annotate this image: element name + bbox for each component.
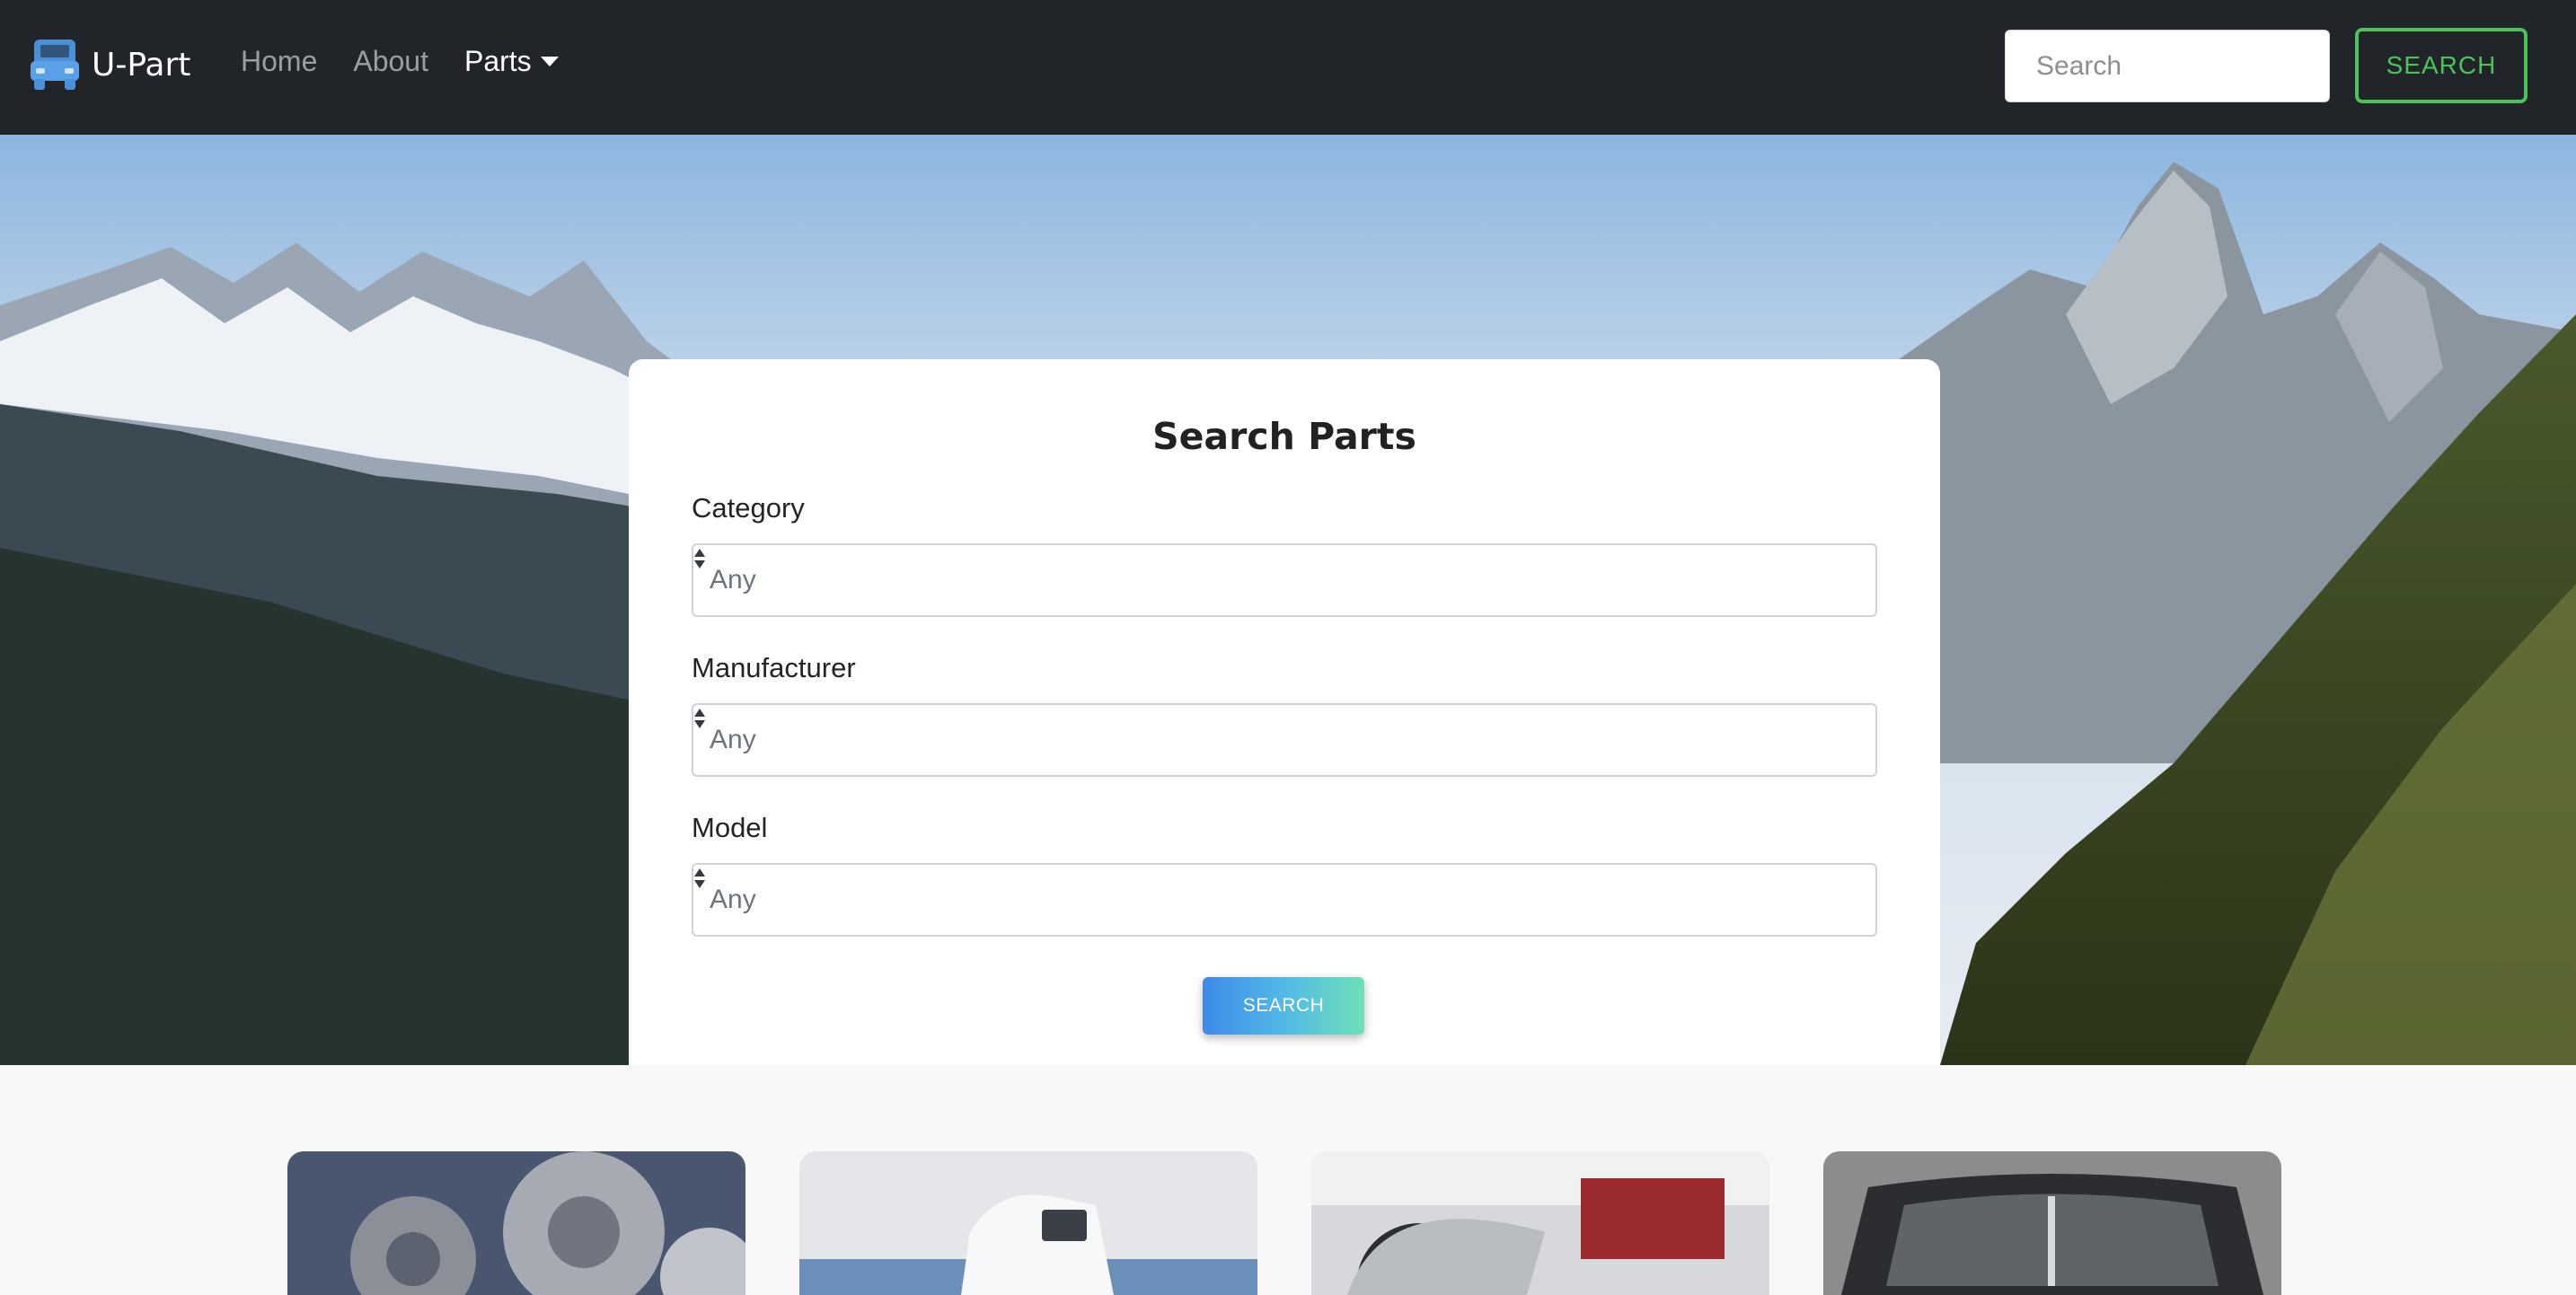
caret-down-icon bbox=[540, 57, 559, 66]
navbar-search-button[interactable]: SEARCH bbox=[2355, 28, 2527, 103]
nav-dropdown-parts-label: Parts bbox=[463, 45, 532, 77]
nav-dropdown-parts[interactable]: Parts bbox=[464, 45, 559, 78]
category-tile-wheel[interactable] bbox=[1311, 1151, 1769, 1295]
model-label: Model bbox=[692, 812, 768, 843]
category-tile-gears[interactable] bbox=[287, 1151, 745, 1295]
category-label: Category bbox=[692, 492, 805, 524]
select-arrows-icon bbox=[694, 709, 705, 728]
category-tile-cab[interactable] bbox=[1823, 1151, 2281, 1295]
top-navbar: U-Part Home About Parts Search SEARCH bbox=[0, 0, 2576, 135]
search-parts-card: Search Parts Category Any Manufacturer A… bbox=[629, 359, 1940, 1065]
white-truck-image bbox=[799, 1151, 1257, 1295]
brand[interactable]: U-Part bbox=[29, 38, 190, 92]
category-select[interactable]: Any bbox=[692, 543, 1877, 617]
card-title: Search Parts bbox=[1152, 415, 1416, 458]
model-select-value: Any bbox=[710, 885, 756, 914]
navbar-search-input[interactable]: Search bbox=[2005, 30, 2330, 102]
truck-icon bbox=[31, 40, 79, 90]
category-select-value: Any bbox=[710, 565, 756, 595]
brand-name: U-Part bbox=[92, 46, 191, 84]
gears-image bbox=[287, 1151, 745, 1295]
model-select[interactable]: Any bbox=[692, 863, 1877, 937]
fender-wheel-image bbox=[1311, 1151, 1769, 1295]
nav-link-about[interactable]: About bbox=[353, 45, 428, 78]
select-arrows-icon bbox=[694, 868, 705, 888]
manufacturer-select-value: Any bbox=[710, 725, 756, 754]
manufacturer-select[interactable]: Any bbox=[692, 703, 1877, 777]
select-arrows-icon bbox=[694, 549, 705, 568]
hero-banner: Search Parts Category Any Manufacturer A… bbox=[0, 135, 2576, 1065]
category-tile-truck[interactable] bbox=[799, 1151, 1257, 1295]
nav-links: Home About Parts bbox=[241, 45, 595, 78]
manufacturer-label: Manufacturer bbox=[692, 652, 856, 683]
search-parts-button[interactable]: SEARCH bbox=[1203, 977, 1364, 1035]
nav-link-home[interactable]: Home bbox=[241, 45, 317, 78]
truck-cab-image bbox=[1823, 1151, 2281, 1295]
